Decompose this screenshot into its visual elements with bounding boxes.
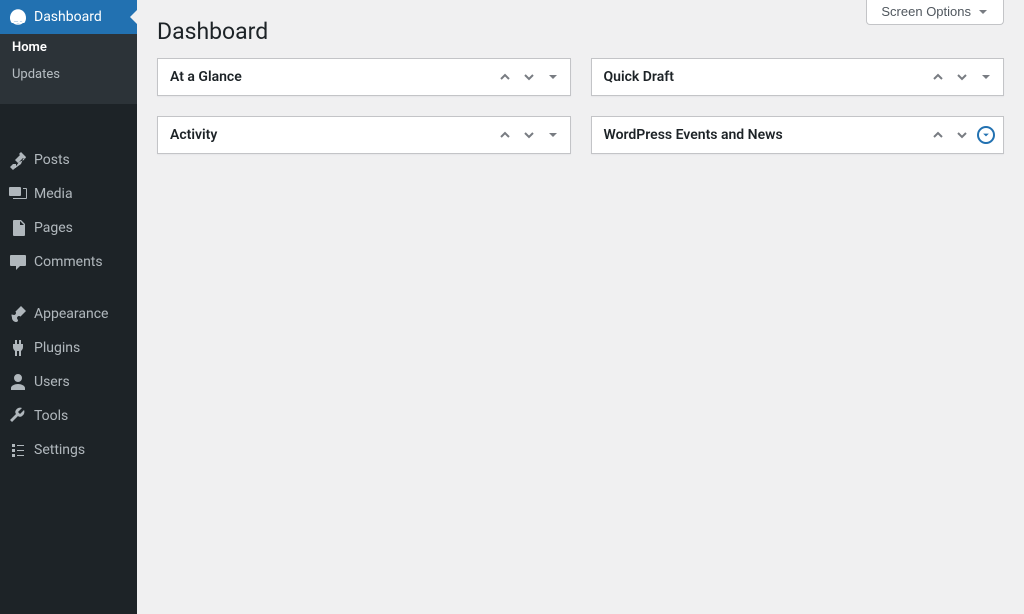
- dashboard-col-left: At a Glance Activity: [157, 58, 571, 174]
- metabox-events-news: WordPress Events and News: [591, 116, 1005, 154]
- toggle-panel-button[interactable]: [977, 126, 995, 144]
- sidebar-item-appearance[interactable]: Appearance: [0, 297, 137, 331]
- move-up-button[interactable]: [929, 126, 947, 144]
- sidebar-item-dashboard[interactable]: Dashboard: [0, 0, 137, 34]
- plugin-icon: [8, 338, 28, 358]
- sidebar-label: Appearance: [34, 306, 108, 322]
- sidebar-item-plugins[interactable]: Plugins: [0, 331, 137, 365]
- sidebar-label: Tools: [34, 408, 68, 424]
- move-down-button[interactable]: [520, 68, 538, 86]
- toggle-panel-button[interactable]: [977, 68, 995, 86]
- sidebar-subitem-updates[interactable]: Updates: [0, 61, 137, 88]
- move-up-button[interactable]: [929, 68, 947, 86]
- metabox-title: Quick Draft: [592, 59, 930, 95]
- caret-down-icon: [546, 128, 560, 142]
- wrench-icon: [8, 406, 28, 426]
- dashboard-columns: At a Glance Activity: [157, 58, 1004, 174]
- metabox-title: WordPress Events and News: [592, 117, 930, 153]
- sidebar-label: Pages: [34, 220, 73, 236]
- sidebar-label: Settings: [34, 442, 85, 458]
- chevron-up-icon: [498, 70, 512, 84]
- chevron-down-icon: [522, 128, 536, 142]
- sidebar-item-users[interactable]: Users: [0, 365, 137, 399]
- chevron-down-icon: [955, 70, 969, 84]
- chevron-up-icon: [931, 70, 945, 84]
- pin-icon: [8, 150, 28, 170]
- sidebar-subitem-home[interactable]: Home: [0, 34, 137, 61]
- caret-down-icon: [979, 70, 993, 84]
- sidebar-label: Posts: [34, 152, 70, 168]
- metabox-title: At a Glance: [158, 59, 496, 95]
- chevron-down-icon: [522, 70, 536, 84]
- metabox-activity: Activity: [157, 116, 571, 154]
- move-up-button[interactable]: [496, 68, 514, 86]
- toggle-panel-button[interactable]: [544, 68, 562, 86]
- sidebar-item-posts[interactable]: Posts: [0, 143, 137, 177]
- settings-icon: [8, 440, 28, 460]
- users-icon: [8, 372, 28, 392]
- brush-icon: [8, 304, 28, 324]
- toggle-panel-button[interactable]: [544, 126, 562, 144]
- caret-down-icon: [977, 6, 989, 18]
- sidebar-item-media[interactable]: Media: [0, 177, 137, 211]
- chevron-up-icon: [498, 128, 512, 142]
- blank-icon: [8, 109, 28, 129]
- sidebar-label: Dashboard: [34, 9, 102, 25]
- chevron-up-icon: [931, 128, 945, 142]
- chevron-down-icon: [955, 128, 969, 142]
- dashboard-col-right: Quick Draft WordPress Events and News: [591, 58, 1005, 174]
- sidebar-item-pages[interactable]: Pages: [0, 211, 137, 245]
- comment-icon: [8, 252, 28, 272]
- sidebar-item-tools[interactable]: Tools: [0, 399, 137, 433]
- sidebar-label: Plugins: [34, 340, 80, 356]
- caret-down-icon: [546, 70, 560, 84]
- dashboard-icon: [8, 7, 28, 27]
- sidebar-label: Comments: [34, 254, 103, 270]
- main-content: Screen Options Dashboard At a Glance Act…: [137, 0, 1024, 614]
- page-icon: [8, 218, 28, 238]
- metabox-quickdraft: Quick Draft: [591, 58, 1005, 96]
- metabox-title: Activity: [158, 117, 496, 153]
- move-down-button[interactable]: [953, 126, 971, 144]
- move-up-button[interactable]: [496, 126, 514, 144]
- sidebar-label: Media: [34, 186, 73, 202]
- move-down-button[interactable]: [953, 68, 971, 86]
- media-icon: [8, 184, 28, 204]
- admin-sidebar: Dashboard Home Updates Posts Media Pages…: [0, 0, 137, 614]
- move-down-button[interactable]: [520, 126, 538, 144]
- sidebar-item-settings[interactable]: Settings: [0, 433, 137, 467]
- caret-down-icon: [981, 130, 991, 140]
- metabox-glance: At a Glance: [157, 58, 571, 96]
- sidebar-item-comments[interactable]: Comments: [0, 245, 137, 279]
- sidebar-label: Users: [34, 374, 70, 390]
- sidebar-divider: [0, 88, 137, 104]
- screen-options-button[interactable]: Screen Options: [866, 0, 1004, 25]
- sidebar-item-extra[interactable]: [0, 104, 137, 134]
